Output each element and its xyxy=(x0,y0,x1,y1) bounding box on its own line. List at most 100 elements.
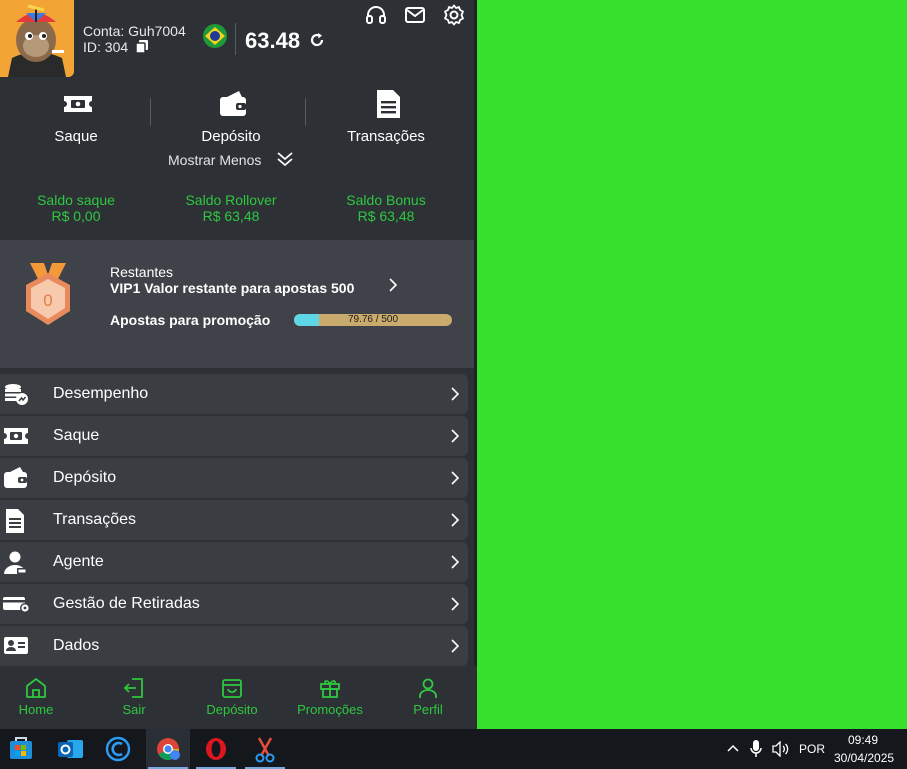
clock-time[interactable]: 09:49 xyxy=(848,733,878,747)
nav-promocoes[interactable]: Promoções xyxy=(280,666,380,729)
avatar[interactable] xyxy=(0,0,74,77)
menu-item-label: Gestão de Retiradas xyxy=(53,595,200,612)
clock-date[interactable]: 30/04/2025 xyxy=(834,751,894,765)
menu-item-label: Agente xyxy=(53,553,104,570)
opera-taskbar-button[interactable] xyxy=(194,729,238,769)
ticket-icon xyxy=(4,428,28,444)
chevron-right-icon xyxy=(451,471,460,485)
balance-amount: R$ 63,48 xyxy=(357,208,415,224)
balance-amount: R$ 63,48 xyxy=(202,208,260,224)
nav-label: Sair xyxy=(122,702,146,717)
gear-icon[interactable] xyxy=(443,4,465,26)
nav-home[interactable]: Home xyxy=(0,666,86,729)
balance-label: Saldo Rollover xyxy=(185,192,277,208)
ticket-icon xyxy=(64,96,92,112)
action-transacoes[interactable]: Transações xyxy=(311,86,461,146)
language-indicator[interactable]: POR xyxy=(799,742,825,756)
nav-label: Promoções xyxy=(297,702,363,717)
outlook-taskbar-button[interactable] xyxy=(48,729,92,769)
action-label: Saque xyxy=(54,128,98,145)
store-icon xyxy=(10,737,32,759)
action-deposito[interactable]: Depósito xyxy=(156,86,306,146)
menu-item-transacoes[interactable]: Transações xyxy=(0,500,468,540)
account-info: Conta: Guh7004 ID: 304 xyxy=(83,23,186,56)
menu-item-saque[interactable]: Saque xyxy=(0,416,468,456)
action-label: Depósito xyxy=(201,128,261,145)
menu-item-dados[interactable]: Dados xyxy=(0,626,468,666)
chrome-taskbar-button[interactable] xyxy=(146,729,190,769)
vip-progress-card[interactable]: 0 Restantes VIP1 Valor restante para apo… xyxy=(0,240,474,368)
chrome-icon xyxy=(157,738,180,760)
outlook-icon xyxy=(58,740,83,758)
microphone-icon[interactable] xyxy=(750,740,762,763)
action-label: Transações xyxy=(347,128,425,145)
opera-icon xyxy=(206,738,226,760)
brazil-flag-icon[interactable] xyxy=(203,24,227,48)
balance-label: Saldo saque xyxy=(37,192,115,208)
chevron-right-icon xyxy=(451,597,460,611)
bottom-nav: Home Sair Depósito Promoções Perfil xyxy=(0,666,477,729)
wallet-icon xyxy=(222,679,242,698)
menu-item-desempenho[interactable]: Desempenho xyxy=(0,374,468,414)
vip-remaining-label: Restantes xyxy=(110,264,174,280)
circle-c-icon xyxy=(105,736,131,762)
account-id: ID: 304 xyxy=(83,39,129,55)
chevron-up-icon[interactable] xyxy=(726,741,740,760)
windows-taskbar: POR 09:49 30/04/2025 xyxy=(0,729,907,769)
chevron-right-icon xyxy=(451,639,460,653)
mail-icon[interactable] xyxy=(404,4,426,26)
exit-icon xyxy=(123,678,143,698)
copy-icon[interactable] xyxy=(135,40,149,56)
balance-saque: Saldo saque R$ 0,00 xyxy=(0,192,156,224)
nav-label: Perfil xyxy=(413,702,443,717)
speaker-icon[interactable] xyxy=(772,740,790,762)
user-icon xyxy=(419,678,437,698)
menu-item-label: Transações xyxy=(53,511,136,528)
vip-remaining-text: VIP1 Valor restante para apostas 500 xyxy=(110,280,355,296)
account-header: Conta: Guh7004 ID: 304 63.48 xyxy=(0,0,474,80)
nav-perfil[interactable]: Perfil xyxy=(378,666,478,729)
promo-progress-text: 79.76 / 500 xyxy=(347,314,399,325)
mobile-app-panel: Conta: Guh7004 ID: 304 63.48 Saque Depós… xyxy=(0,0,477,729)
snipping-tool-icon xyxy=(255,737,275,763)
coins-chart-icon xyxy=(5,384,28,405)
nav-deposito[interactable]: Depósito xyxy=(182,666,282,729)
menu-item-label: Dados xyxy=(53,637,100,654)
chevron-right-icon[interactable] xyxy=(388,277,398,298)
nav-label: Depósito xyxy=(206,702,258,717)
action-saque[interactable]: Saque xyxy=(1,86,151,146)
show-less-toggle[interactable]: Mostrar Menos xyxy=(168,152,293,168)
promo-label: Apostas para promoção xyxy=(110,312,271,328)
header-divider xyxy=(235,23,236,55)
vip-medal-icon: 0 xyxy=(22,263,74,334)
home-icon xyxy=(26,678,46,698)
menu-item-gestao-retiradas[interactable]: Gestão de Retiradas xyxy=(0,584,468,624)
card-gear-icon xyxy=(3,597,30,613)
document-icon xyxy=(377,90,400,118)
refresh-icon[interactable] xyxy=(309,32,325,53)
wallet-icon xyxy=(220,91,246,116)
menu-item-label: Saque xyxy=(53,427,100,444)
balance-value: 63.48 xyxy=(245,28,301,53)
quick-actions: Saque Depósito Transações Mostrar Menos … xyxy=(0,80,474,240)
vip-medal-level: 0 xyxy=(43,291,52,310)
agent-icon xyxy=(4,551,27,574)
snipping-tool-taskbar-button[interactable] xyxy=(243,729,287,769)
id-card-icon xyxy=(4,637,28,654)
headset-icon[interactable] xyxy=(365,4,387,26)
chevron-right-icon xyxy=(451,429,460,443)
balance-label: Saldo Bonus xyxy=(346,192,426,208)
document-icon xyxy=(6,509,24,533)
promo-progress-bar: 79.76 / 500 xyxy=(294,314,452,326)
menu-item-label: Depósito xyxy=(53,469,117,486)
wallet-icon xyxy=(4,467,27,488)
start-button[interactable] xyxy=(0,729,44,769)
gift-icon xyxy=(320,680,340,698)
nav-label: Home xyxy=(18,702,54,717)
menu-item-deposito[interactable]: Depósito xyxy=(0,458,468,498)
nav-sair[interactable]: Sair xyxy=(84,666,184,729)
app-c-taskbar-button[interactable] xyxy=(96,729,140,769)
menu-item-agente[interactable]: Agente xyxy=(0,542,468,582)
balance-rollover: Saldo Rollover R$ 63,48 xyxy=(151,192,311,224)
action-divider xyxy=(150,98,151,126)
